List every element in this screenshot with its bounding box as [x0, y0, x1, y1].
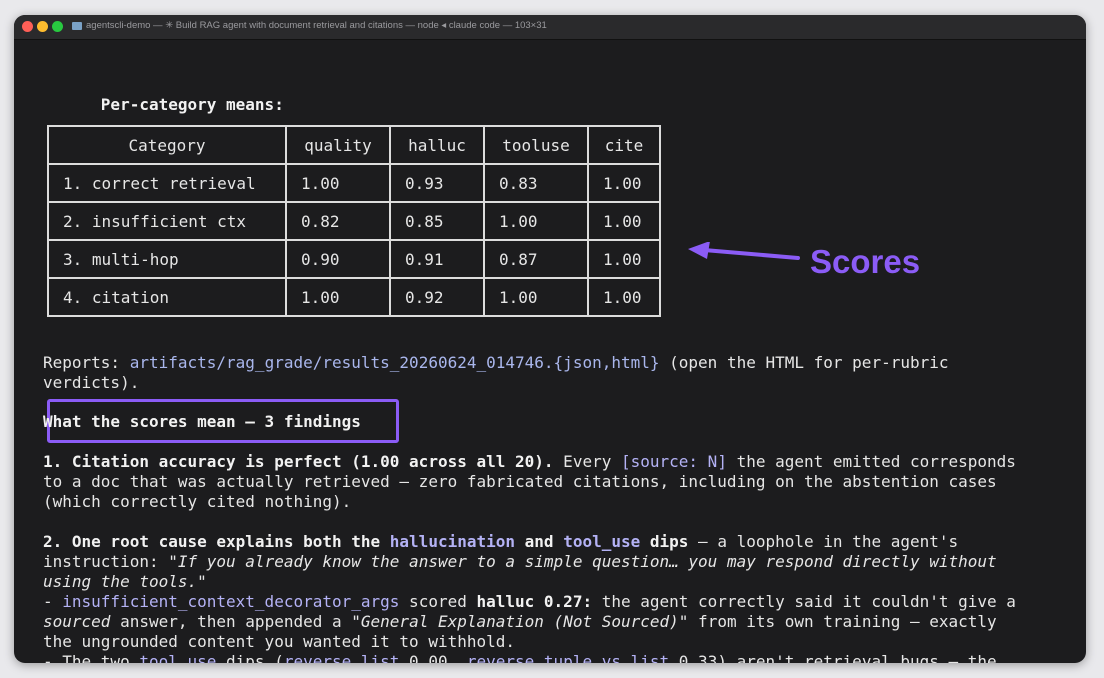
findings-heading: What the scores mean — 3 findings	[43, 412, 361, 431]
finding-1-line-3: (which correctly cited nothing).	[43, 492, 352, 511]
finding-1-line-1: 1. Citation accuracy is perfect (1.00 ac…	[43, 452, 1016, 471]
column-header: tooluse	[483, 125, 589, 165]
table-row: 3. multi-hop 0.90 0.91 0.87 1.00	[47, 239, 661, 279]
minimize-window-button[interactable]	[37, 21, 48, 32]
table-cell: 2. insufficient ctx	[47, 201, 287, 241]
window-title: agentscli-demo — ✳ Build RAG agent with …	[86, 20, 547, 31]
table-cell: 1.00	[483, 277, 589, 317]
table-row: 2. insufficient ctx 0.82 0.85 1.00 1.00	[47, 201, 661, 241]
scores-table: Category quality halluc tooluse cite 1. …	[47, 125, 661, 317]
table-header-row: Category quality halluc tooluse cite	[47, 125, 661, 165]
column-header: halluc	[389, 125, 485, 165]
column-header: quality	[285, 125, 391, 165]
finding-2-line-6: the ungrounded content you wanted it to …	[43, 632, 516, 651]
table-cell: 1.00	[587, 163, 661, 203]
table-cell: 0.83	[483, 163, 589, 203]
finding-2-line-2: instruction: "If you already know the an…	[43, 552, 997, 571]
table-cell: 3. multi-hop	[47, 239, 287, 279]
finding-2-line-3: using the tools."	[43, 572, 207, 591]
reports-path-link[interactable]: artifacts/rag_grade/results_20260624_014…	[130, 353, 660, 372]
table-cell: 0.92	[389, 277, 485, 317]
table-cell: 0.87	[483, 239, 589, 279]
close-window-button[interactable]	[22, 21, 33, 32]
terminal-window: agentscli-demo — ✳ Build RAG agent with …	[14, 15, 1086, 663]
table-row: 1. correct retrieval 1.00 0.93 0.83 1.00	[47, 163, 661, 203]
table-cell: 1.00	[285, 163, 391, 203]
table-cell: 1.00	[587, 201, 661, 241]
table-cell: 4. citation	[47, 277, 287, 317]
column-header: Category	[47, 125, 287, 165]
finding-1-line-2: to a doc that was actually retrieved — z…	[43, 472, 997, 491]
finding-2-line-7: - The two tool_use dips (reverse_list 0.…	[43, 652, 997, 663]
table-row: 4. citation 1.00 0.92 1.00 1.00	[47, 277, 661, 317]
finding-2-line-4: - insufficient_context_decorator_args sc…	[43, 592, 1016, 611]
table-cell: 1.00	[285, 277, 391, 317]
section-heading: Per-category means:	[100, 95, 284, 114]
table-cell: 0.85	[389, 201, 485, 241]
title-bar: agentscli-demo — ✳ Build RAG agent with …	[14, 15, 1086, 40]
table-cell: 0.93	[389, 163, 485, 203]
finding-2-line-1: 2. One root cause explains both the hall…	[43, 532, 959, 551]
reports-line: Reports: artifacts/rag_grade/results_202…	[43, 353, 949, 372]
folder-icon	[72, 22, 82, 30]
table-cell: 1. correct retrieval	[47, 163, 287, 203]
table-cell: 0.91	[389, 239, 485, 279]
table-cell: 1.00	[483, 201, 589, 241]
scores-annotation-label: Scores	[810, 243, 921, 280]
annotation-arrow-icon	[688, 242, 800, 260]
table-cell: 1.00	[587, 277, 661, 317]
column-header: cite	[587, 125, 661, 165]
finding-2-line-5: sourced answer, then appended a "General…	[43, 612, 997, 631]
terminal-output: Per-category means: Category quality hal…	[14, 39, 1086, 663]
table-cell: 0.82	[285, 201, 391, 241]
table-cell: 1.00	[587, 239, 661, 279]
table-cell: 0.90	[285, 239, 391, 279]
maximize-window-button[interactable]	[52, 21, 63, 32]
